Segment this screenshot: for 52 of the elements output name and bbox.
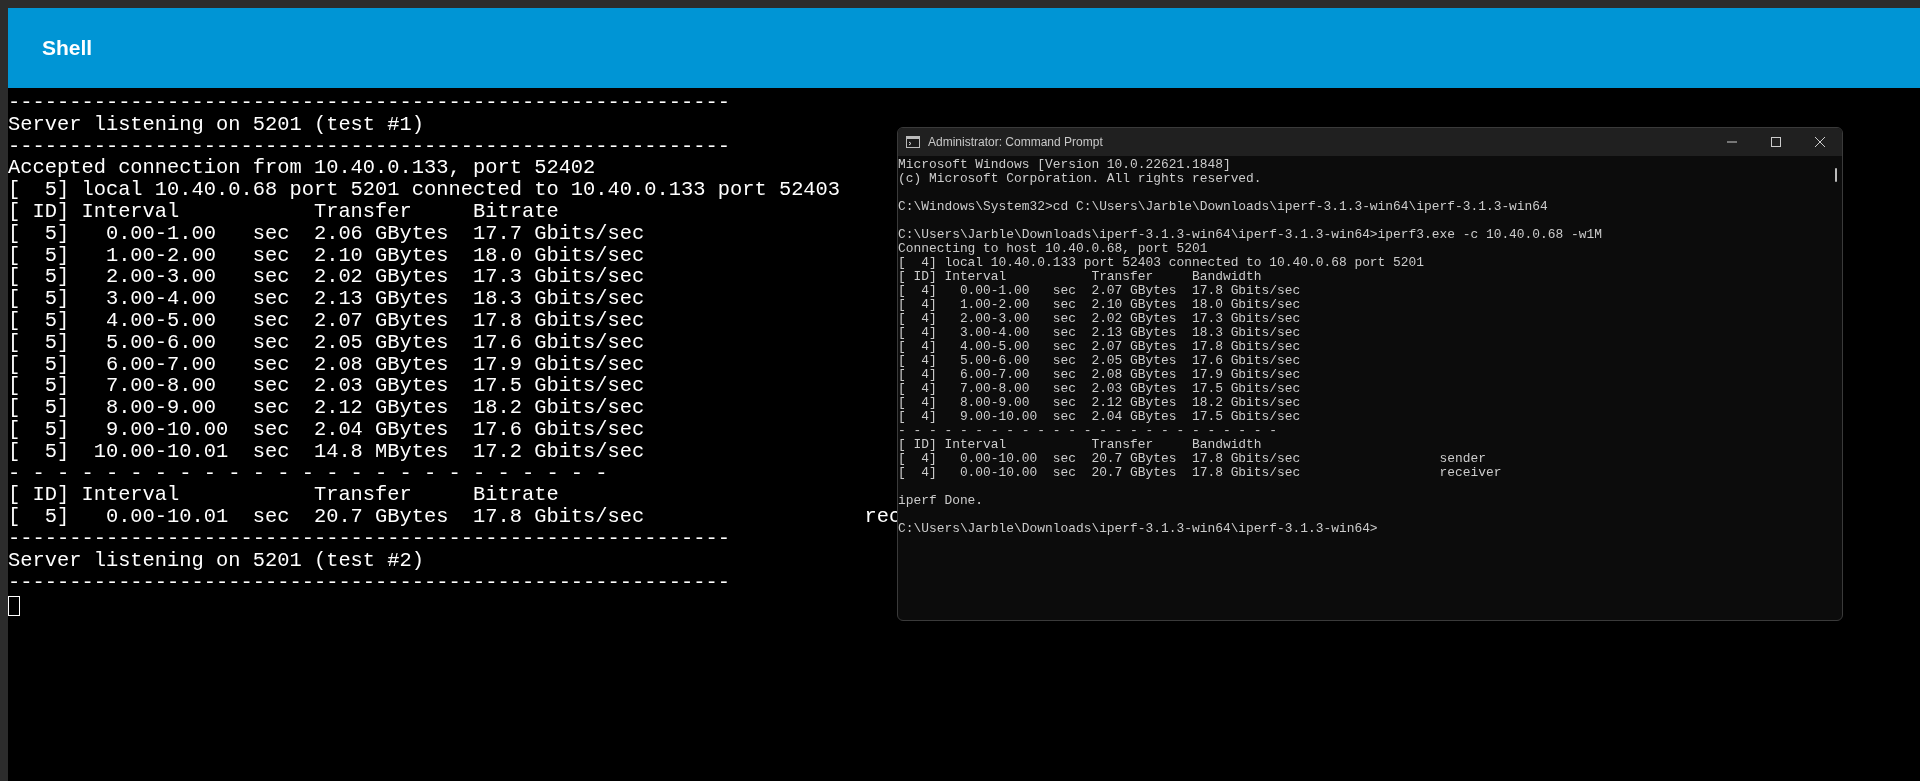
terminal-line: [ 5] 8.00-9.00 sec 2.12 GBytes 18.2 Gbits/sec (8, 397, 645, 419)
console-line: iperf Done. (898, 494, 984, 508)
terminal-line: ----------------------------------------------------------- (8, 527, 730, 550)
terminal-line: [ 5] 10.00-10.01 sec 14.8 MBytes 17.2 Gbits/sec (8, 440, 645, 463)
text-cursor (8, 596, 20, 617)
terminal-line: ----------------------------------------------------------- (8, 571, 730, 594)
terminal-line: [ 5] 9.00-10.00 sec 2.04 GBytes 17.6 Gbits/sec (8, 418, 645, 441)
terminal-line: ----------------------------------------------------------- (8, 92, 730, 114)
console-line: [ 4] local 10.40.0.133 port 52403 connected to 10.40.0.68 port 5201 (898, 256, 1425, 270)
terminal-line: Accepted connection from 10.40.0.133, port 52402 (8, 157, 596, 180)
window-title: Administrator: Command Prompt (928, 135, 1104, 149)
app-title: Shell (42, 36, 93, 60)
console-icon (906, 136, 920, 148)
console-line: [ ID] Interval Transfer Bandwidth (898, 270, 1262, 284)
console-line: [ 4] 0.00-1.00 sec 2.07 GBytes 17.8 Gbits/sec (898, 284, 1301, 298)
terminal-line: [ 5] 0.00-1.00 sec 2.06 GBytes 17.7 Gbits/sec (8, 222, 645, 245)
terminal-line: - - - - - - - - - - - - - - - - - - - - - - - - - (8, 462, 608, 485)
console-line: [ 4] 1.00-2.00 sec 2.10 GBytes 18.0 Gbits/sec (898, 298, 1301, 312)
console-line: [ 4] 9.00-10.00 sec 2.04 GBytes 17.5 Gbits/sec (898, 410, 1301, 424)
terminal-line: [ 5] 3.00-4.00 sec 2.13 GBytes 18.3 Gbits/sec (8, 288, 645, 310)
console-line: [ 4] 6.00-7.00 sec 2.08 GBytes 17.9 Gbits/sec (898, 368, 1301, 382)
console-line: Microsoft Windows [Version 10.0.22621.1848] (898, 158, 1231, 172)
console-line: [ 4] 3.00-4.00 sec 2.13 GBytes 18.3 Gbits/sec (898, 326, 1301, 340)
terminal-line: [ 5] 5.00-6.00 sec 2.05 GBytes 17.6 Gbits/sec (8, 331, 645, 354)
terminal-line: ----------------------------------------------------------- (8, 135, 730, 158)
console-line: C:\Users\Jarble\Downloads\iperf-3.1.3-win64\iperf-3.1.3-win64> (898, 522, 1378, 536)
console-line: [ 4] 5.00-6.00 sec 2.05 GBytes 17.6 Gbits/sec (898, 354, 1301, 368)
console-line: [ 4] 2.00-3.00 sec 2.02 GBytes 17.3 Gbits/sec (898, 312, 1301, 326)
console-line: [ 4] 4.00-5.00 sec 2.07 GBytes 17.8 Gbits/sec (898, 340, 1301, 354)
terminal-line: Server listening on 5201 (test #1) (8, 113, 425, 136)
terminal-line: Server listening on 5201 (test #2) (8, 549, 425, 572)
terminal-line: [ 5] 4.00-5.00 sec 2.07 GBytes 17.8 Gbits/sec (8, 309, 645, 332)
console-line: [ 4] 0.00-10.00 sec 20.7 GBytes 17.8 Gbits/sec sender (898, 452, 1486, 466)
scrollbar-thumb[interactable] (1835, 168, 1837, 182)
console-line: [ 4] 7.00-8.00 sec 2.03 GBytes 17.5 Gbits/sec (898, 382, 1301, 396)
maximize-icon (1771, 137, 1781, 147)
console-line: C:\Windows\System32>cd C:\Users\Jarble\Downloads\iperf-3.1.3-win64\iperf-3.1.3-win64 (898, 200, 1548, 214)
terminal-line: [ 5] 1.00-2.00 sec 2.10 GBytes 18.0 Gbits/sec (8, 244, 645, 267)
console-line: Connecting to host 10.40.0.68, port 5201 (898, 242, 1208, 256)
terminal-line: [ 5] 6.00-7.00 sec 2.08 GBytes 17.9 Gbits/sec (8, 353, 645, 376)
console-line: [ 4] 8.00-9.00 sec 2.12 GBytes 18.2 Gbits/sec (898, 396, 1301, 410)
console-line: [ 4] 0.00-10.00 sec 20.7 GBytes 17.8 Gbits/sec receiver (898, 466, 1502, 480)
console-line: - - - - - - - - - - - - - - - - - - - - - - - - - (898, 424, 1278, 438)
terminal-line: [ 5] 7.00-8.00 sec 2.03 GBytes 17.5 Gbits/sec (8, 375, 645, 398)
close-icon (1815, 137, 1825, 147)
console-line: (c) Microsoft Corporation. All rights reserved. (898, 172, 1262, 186)
console-line: [ ID] Interval Transfer Bandwidth (898, 438, 1262, 452)
terminal-line: [ ID] Interval Transfer Bitrate (8, 484, 559, 507)
terminal-line: [ ID] Interval Transfer Bitrate (8, 201, 559, 223)
console-line: C:\Users\Jarble\Downloads\iperf-3.1.3-win64\iperf-3.1.3-win64>iperf3.exe -c 10.40.0.68 -w1M (898, 228, 1602, 242)
terminal-line: [ 5] local 10.40.0.68 port 5201 connected to 10.40.0.133 port 52403 (8, 179, 841, 201)
terminal-line: [ 5] 2.00-3.00 sec 2.02 GBytes 17.3 Gbits/sec (8, 266, 645, 289)
